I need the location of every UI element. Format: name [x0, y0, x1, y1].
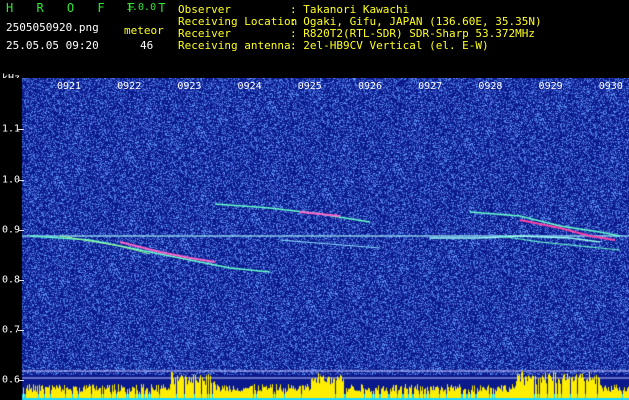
meteor-count: 46 [140, 39, 154, 52]
meteor-label: meteor [124, 24, 164, 37]
info-antenna: Receiving antenna: 2el-HB9CV Vertical (e… [178, 39, 489, 52]
y-tick-mark [18, 230, 24, 231]
x-tick-0922: 0922 [117, 81, 142, 92]
file-datetime: 25.05.05 09:20 [6, 39, 99, 52]
x-tick-0923: 0923 [177, 81, 202, 92]
app-version: 1.0.0 [126, 2, 157, 13]
x-tick-0927: 0927 [418, 81, 443, 92]
x-tick-0930: 0930 [598, 81, 623, 92]
y-tick-mark [18, 129, 24, 130]
x-tick-0924: 0924 [237, 81, 262, 92]
x-tick-0929: 0929 [538, 81, 563, 92]
y-tick-mark [18, 330, 24, 331]
x-tick-0921: 0921 [56, 81, 82, 92]
spectrogram [0, 78, 629, 400]
header-panel: H R O F F T 1.0.0 2505050920.png 25.05.0… [0, 0, 629, 84]
x-tick-0926: 0926 [357, 81, 383, 92]
x-tick-0925: 0925 [297, 81, 322, 92]
x-tick-0928: 0928 [478, 81, 503, 92]
y-tick-mark [18, 380, 24, 381]
file-name: 2505050920.png [6, 21, 99, 34]
y-tick-mark [18, 280, 24, 281]
y-tick-mark [18, 180, 24, 181]
